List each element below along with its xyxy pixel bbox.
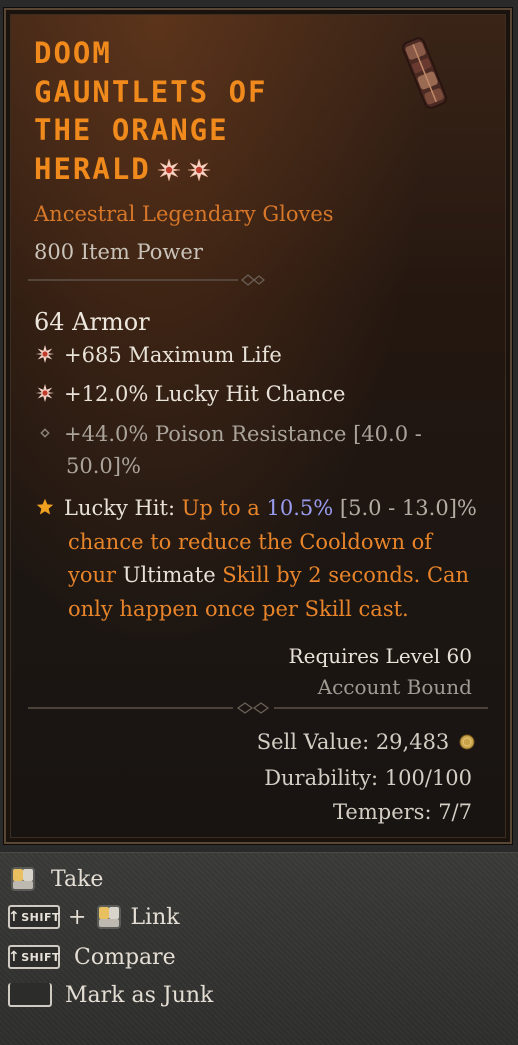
sell-value-text: Sell Value: 29,483	[256, 730, 450, 754]
sell-value: Sell Value: 29,483	[257, 730, 476, 754]
legendary-your: your	[68, 563, 123, 587]
link-action[interactable]: ↑ SHIFT + Link	[8, 901, 180, 933]
item-name-line-2: Gauntlets of	[34, 74, 268, 109]
affix-row-continued: 50.0]%	[66, 450, 141, 483]
legendary-line-1: Lucky Hit: Up to a 10.5% [5.0 - 13.0]%	[34, 492, 484, 526]
link-label: Link	[130, 904, 180, 930]
divider	[28, 702, 488, 714]
armor-value: 64 Armor	[34, 308, 150, 336]
affix-row: +685 Maximum Life	[34, 339, 282, 372]
affix-text: 50.0]%	[66, 454, 141, 478]
legendary-mid: Up to a	[175, 496, 267, 520]
legendary-power: Lucky Hit: Up to a 10.5% [5.0 - 13.0]% c…	[34, 492, 484, 626]
durability: Durability: 100/100	[264, 766, 472, 790]
legendary-range: [5.0 - 13.0]%	[333, 496, 477, 520]
account-bound: Account Bound	[317, 675, 472, 699]
legendary-star-icon	[36, 498, 54, 515]
mark-junk-action[interactable]: Mark as Junk	[8, 979, 213, 1011]
item-name-line-3: the Orange	[34, 113, 229, 147]
item-name: Doom Gauntlets of the Orange Herald	[34, 34, 394, 188]
item-name-line-1: Doom	[34, 36, 112, 70]
mouse-left-icon	[11, 867, 35, 891]
compare-action[interactable]: ↑ SHIFT Compare	[8, 941, 176, 973]
item-tooltip: Doom Gauntlets of the Orange Herald Ance…	[3, 7, 513, 845]
item-power: 800 Item Power	[34, 240, 203, 264]
legendary-line-2: chance to reduce the Cooldown of	[68, 529, 433, 554]
diamond-bullet-icon	[40, 428, 50, 438]
item-name-line-4: Herald	[34, 151, 151, 186]
affix-text: +685 Maximum Life	[64, 343, 282, 367]
divider	[28, 274, 265, 286]
greater-affix-star-icon	[157, 157, 180, 182]
take-label: Take	[51, 866, 104, 892]
affix-row: +12.0% Lucky Hit Chance	[34, 378, 345, 411]
affix-row: +44.0% Poison Resistance [40.0 -	[34, 418, 422, 451]
greater-affix-icon	[35, 383, 55, 403]
requires-level: Requires Level 60	[288, 644, 472, 668]
spacebar-key-icon	[8, 983, 52, 1007]
tempers: Tempers: 7/7	[333, 800, 472, 824]
shift-key-label: SHIFT	[21, 910, 60, 924]
affix-text: +12.0% Lucky Hit Chance	[64, 382, 346, 406]
mouse-left-icon	[97, 905, 122, 929]
gold-coin-icon	[459, 734, 475, 750]
plus-sign: +	[68, 904, 87, 930]
compare-label: Compare	[74, 944, 176, 970]
action-bar: Take ↑ SHIFT + Link ↑ SHIFT Compare Mark a…	[0, 852, 518, 1045]
item-type: Ancestral Legendary Gloves	[34, 202, 334, 226]
legendary-line-4: only happen once per Skill cast.	[68, 596, 409, 621]
legendary-lead: Lucky Hit:	[64, 496, 176, 520]
legendary-rest: Skill by 2 seconds. Can	[215, 563, 470, 587]
legendary-value: 10.5%	[266, 496, 334, 520]
affix-text: +44.0% Poison Resistance [40.0 -	[64, 422, 422, 446]
item-name-line-4-wrap: Herald	[34, 150, 394, 189]
shift-key-icon: ↑ SHIFT	[8, 945, 60, 969]
gauntlet-icon	[402, 37, 448, 109]
greater-affix-star-icon	[187, 157, 210, 182]
mark-junk-label: Mark as Junk	[65, 982, 214, 1008]
greater-affix-icon	[35, 344, 55, 364]
legendary-line-3: your Ultimate Skill by 2 seconds. Can	[34, 559, 484, 593]
legendary-ultimate: Ultimate	[122, 563, 216, 587]
take-action[interactable]: Take	[8, 863, 103, 895]
shift-key-icon: ↑ SHIFT	[8, 905, 60, 929]
shift-key-label: SHIFT	[21, 950, 60, 964]
